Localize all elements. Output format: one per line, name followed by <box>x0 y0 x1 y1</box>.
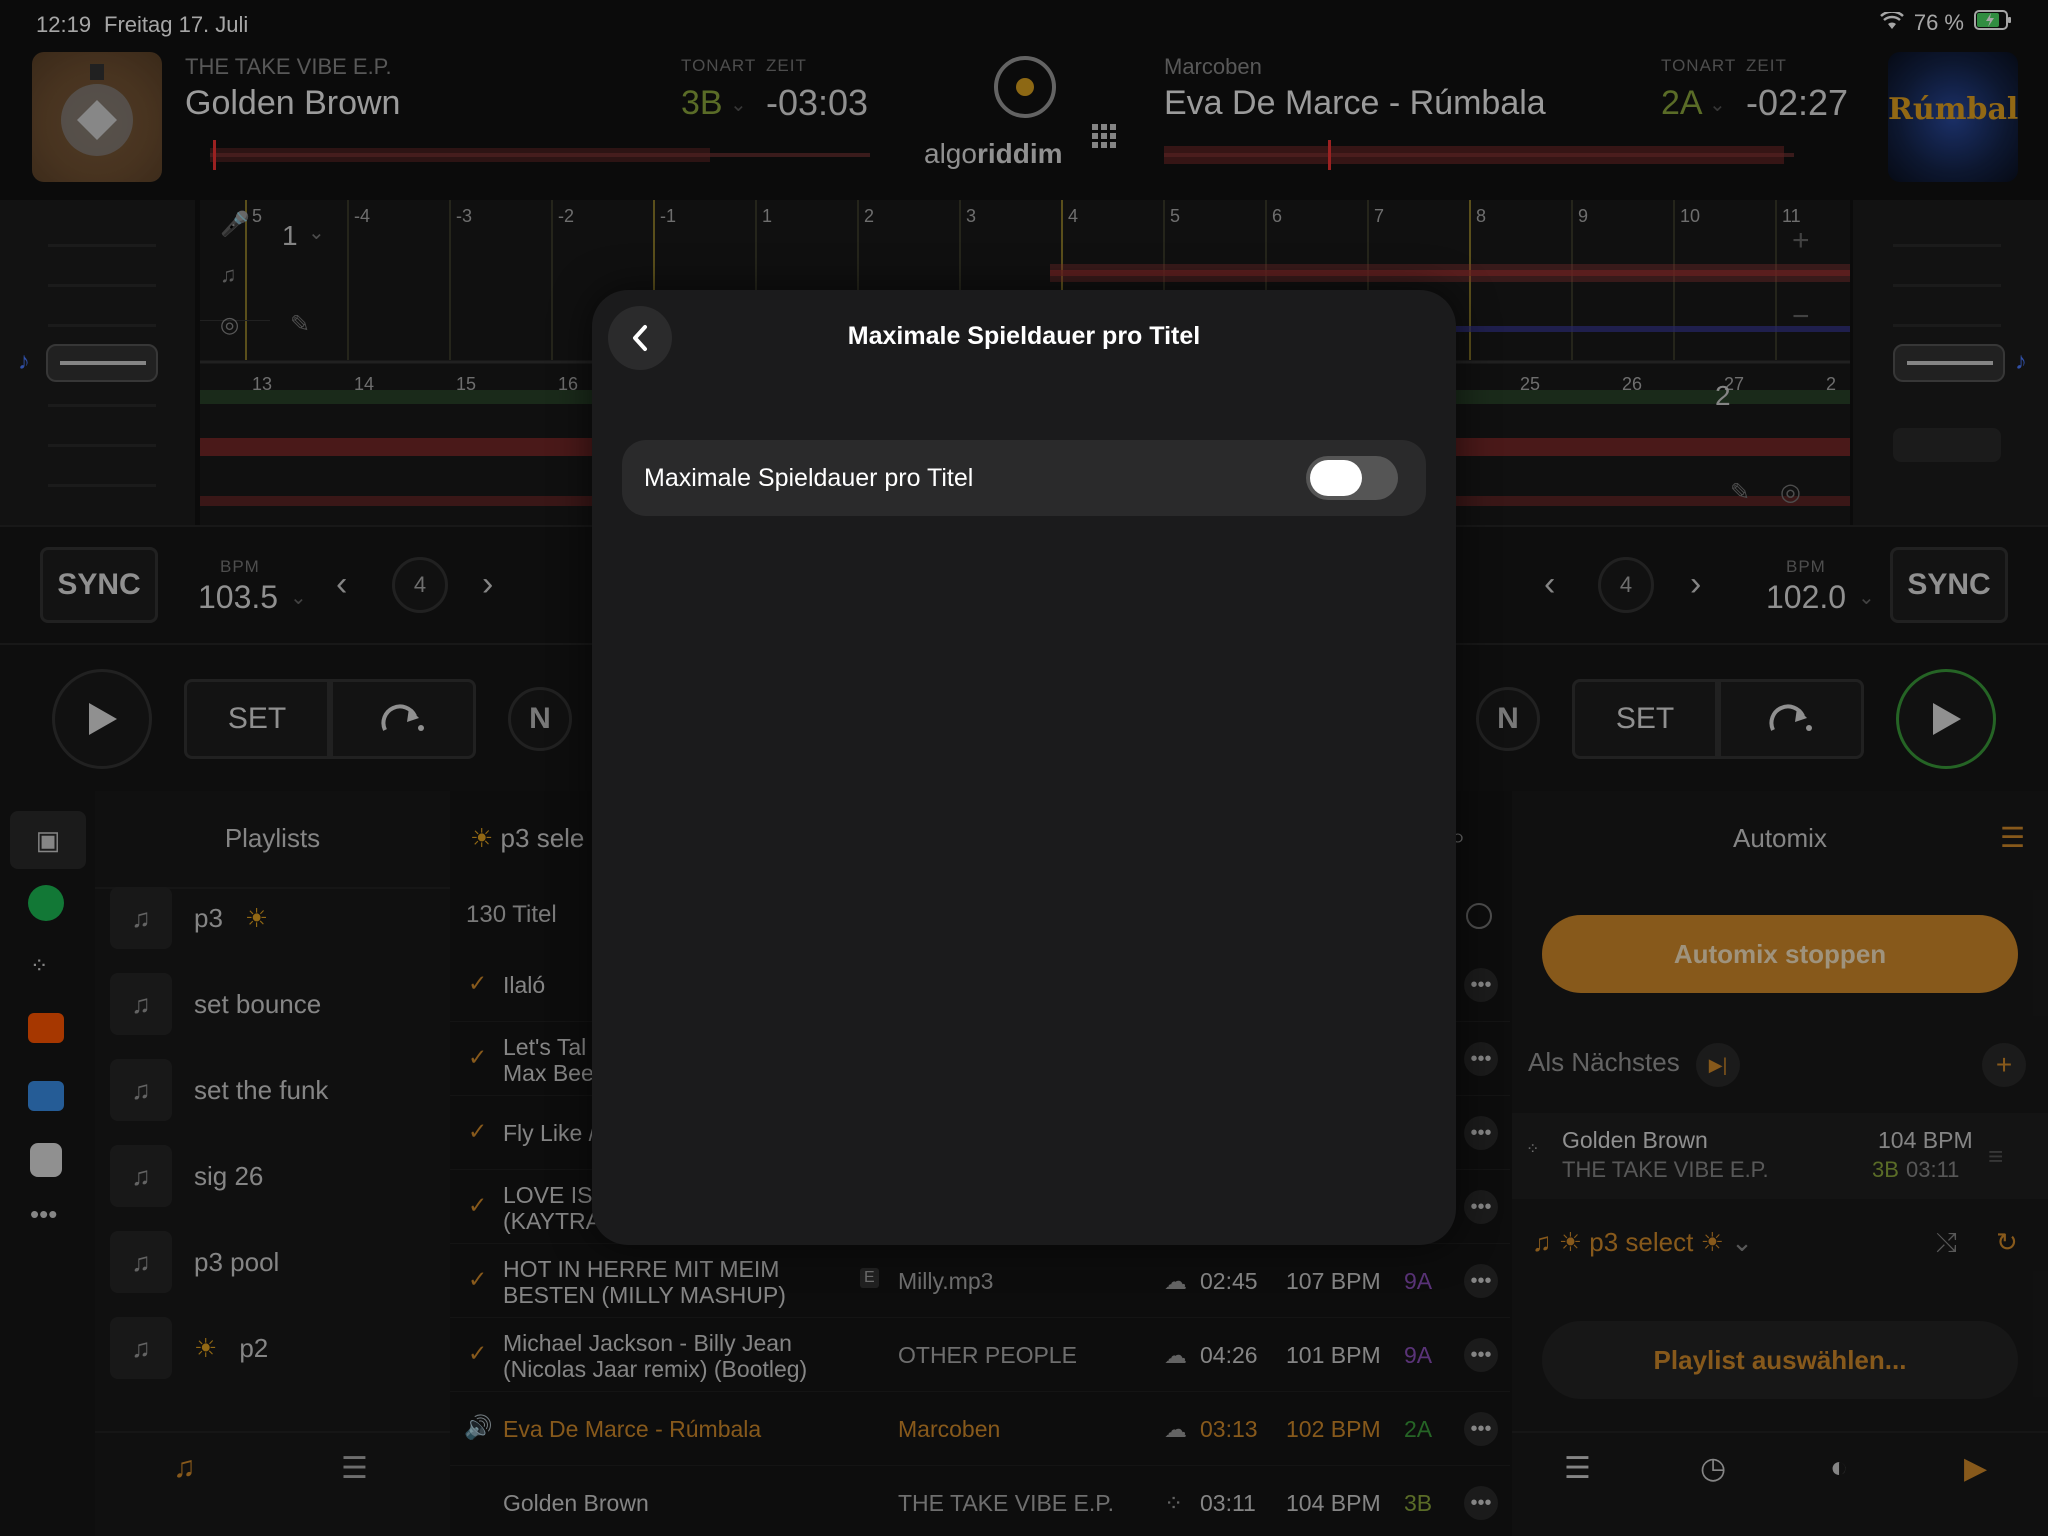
toggle-knob <box>1310 460 1362 496</box>
max-duration-label: Maximale Spieldauer pro Titel <box>644 464 974 492</box>
modal-title: Maximale Spieldauer pro Titel <box>847 322 1201 350</box>
max-duration-toggle[interactable] <box>1306 456 1398 500</box>
settings-modal: Maximale Spieldauer pro Titel Maximale S… <box>592 290 1456 1245</box>
max-duration-row: Maximale Spieldauer pro Titel <box>622 440 1426 516</box>
